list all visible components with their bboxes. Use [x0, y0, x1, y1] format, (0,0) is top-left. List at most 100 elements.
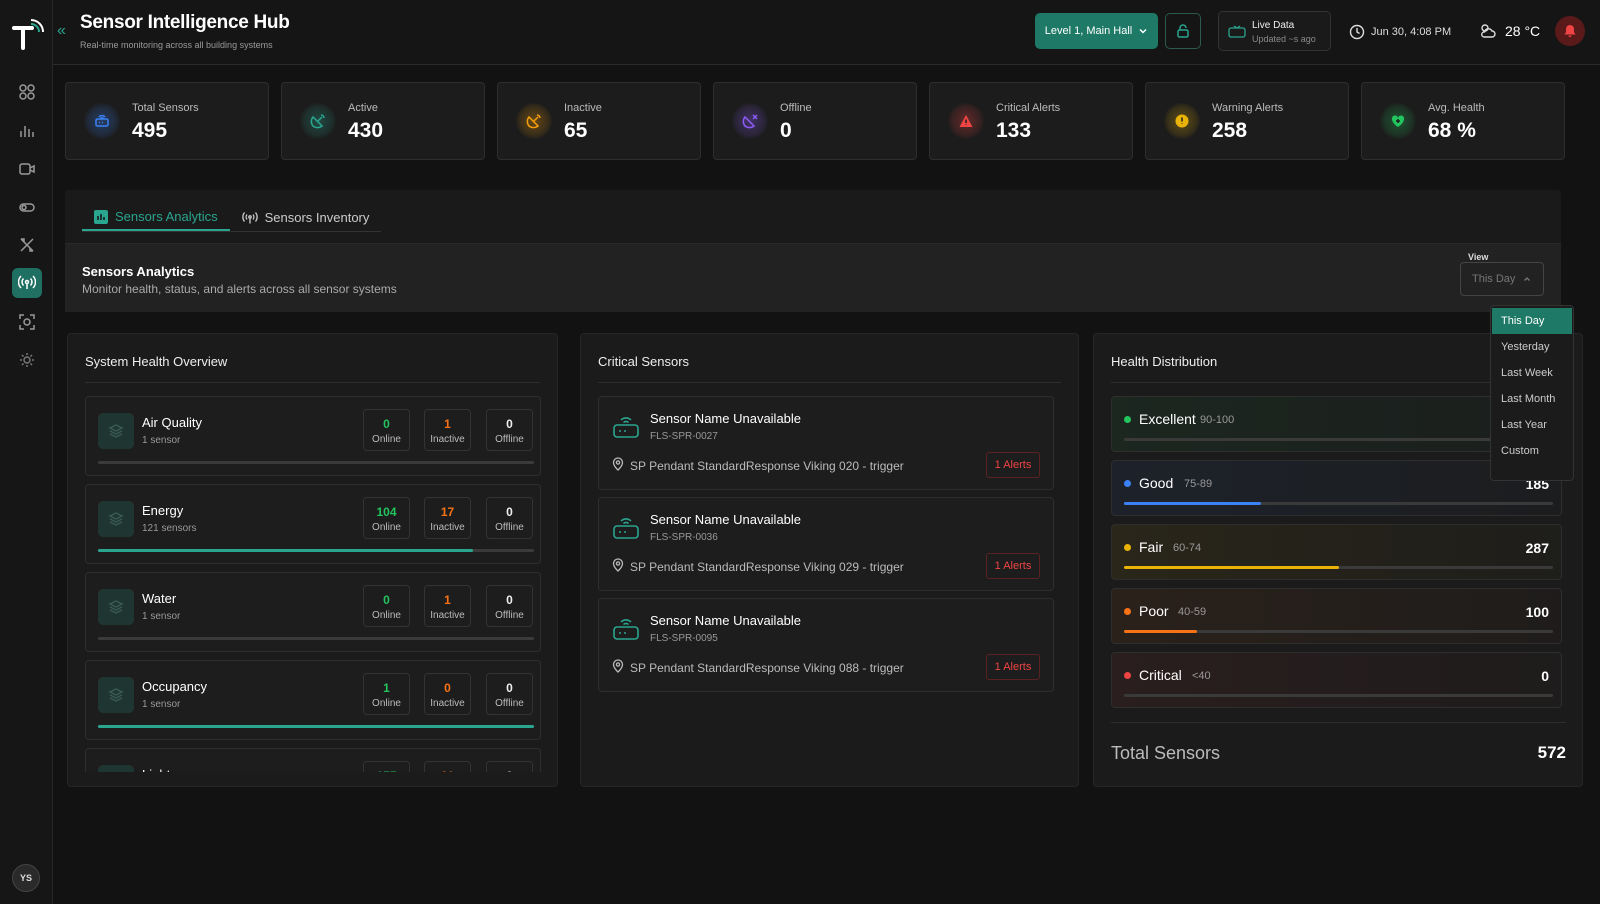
layers-icon: [98, 677, 134, 713]
stat-card: Critical Alerts 133: [929, 82, 1133, 160]
layers-icon: [98, 589, 134, 625]
sensor-name: Sensor Name Unavailable: [650, 411, 802, 426]
status-count: 0: [383, 417, 390, 431]
router-icon: [611, 613, 641, 643]
satellite-off-icon: [732, 103, 768, 139]
sensor-id: FLS-SPR-0095: [650, 633, 718, 644]
stat-value: 258: [1212, 119, 1248, 142]
clock-icon: [1349, 24, 1365, 40]
status-inactive-pill: 1 Inactive: [424, 409, 471, 451]
status-offline-pill: 0Offline: [486, 761, 533, 772]
tab-label: Sensors Inventory: [264, 210, 370, 225]
status-dot: [1124, 608, 1131, 615]
health-bucket-range: 75-89: [1184, 478, 1213, 490]
collapse-icon[interactable]: «: [57, 22, 66, 40]
status-dot: [1124, 544, 1131, 551]
tools-icon[interactable]: [12, 230, 42, 260]
brand-logo: [12, 19, 44, 50]
scan-icon[interactable]: [12, 307, 42, 337]
sensor-name: Sensor Name Unavailable: [650, 613, 802, 628]
health-bucket-row[interactable]: Poor 40-59 100: [1111, 588, 1562, 644]
system-health-row[interactable]: Energy 121 sensors 104 Online 17 Inactive 0 Off…: [85, 484, 541, 564]
health-bucket-fill: [1124, 630, 1197, 633]
health-bucket-row[interactable]: Critical <40 0: [1111, 652, 1562, 708]
status-online-pill: 1 Online: [363, 673, 410, 715]
system-sensor-count: 1 sensor: [142, 435, 181, 446]
status-label: Online: [372, 434, 401, 445]
router-icon: [611, 411, 641, 441]
status-online-pill: 157Online: [363, 761, 410, 772]
analytics-title: Sensors Analytics: [82, 264, 195, 279]
alerts-badge[interactable]: 1 Alerts: [986, 452, 1040, 478]
system-health-row[interactable]: Water 1 sensor 0 Online 1 Inactive 0 Offline: [85, 572, 541, 652]
status-label: Offline: [495, 434, 524, 445]
critical-sensor-item[interactable]: Sensor Name Unavailable FLS-SPR-0095 SP Pe…: [598, 598, 1054, 692]
status-label: Inactive: [430, 610, 465, 621]
view-select[interactable]: This Day: [1460, 262, 1544, 296]
sensors-icon[interactable]: [12, 268, 42, 298]
notifications-button[interactable]: [1555, 16, 1585, 46]
toggle-icon[interactable]: [12, 192, 42, 222]
health-bucket-count: 0: [1541, 668, 1549, 684]
status-online-pill: 0 Online: [363, 585, 410, 627]
system-name: Water: [142, 591, 177, 606]
sensor-location-text: SP Pendant StandardResponse Viking 020 -…: [630, 458, 904, 473]
stat-value: 68 %: [1428, 119, 1476, 142]
system-health-list[interactable]: Air Quality 1 sensor 0 Online 1 Inactive 0 Offl…: [85, 396, 541, 772]
alerts-badge[interactable]: 1 Alerts: [986, 654, 1040, 680]
critical-sensor-item[interactable]: Sensor Name Unavailable FLS-SPR-0036 SP Pe…: [598, 497, 1054, 591]
view-option-custom[interactable]: Custom: [1492, 438, 1572, 464]
system-health-row[interactable]: Light 157Online 26Inactive 0Offline: [85, 748, 541, 772]
card-title: Critical Sensors: [598, 354, 690, 369]
warning-icon: [948, 103, 984, 139]
settings-icon[interactable]: [12, 345, 42, 375]
total-sensors-value: 572: [1537, 743, 1566, 762]
status-count: 0: [444, 681, 451, 695]
health-bucket-bar: [1124, 630, 1553, 633]
stat-card: Warning Alerts 258: [1145, 82, 1349, 160]
alerts-badge[interactable]: 1 Alerts: [986, 553, 1040, 579]
status-label: Offline: [495, 522, 524, 533]
view-option-last-year[interactable]: Last Year: [1492, 412, 1572, 438]
status-count: 0: [487, 769, 532, 772]
camera-icon[interactable]: [12, 154, 42, 184]
stat-card: Avg. Health 68 %: [1361, 82, 1565, 160]
system-sensor-count: 121 sensors: [142, 523, 197, 534]
health-bucket-row[interactable]: Fair 60-74 287: [1111, 524, 1562, 580]
critical-sensor-item[interactable]: Sensor Name Unavailable FLS-SPR-0027 SP Pe…: [598, 396, 1054, 490]
view-option-last-month[interactable]: Last Month: [1492, 386, 1572, 412]
view-option-last-week[interactable]: Last Week: [1492, 360, 1572, 386]
status-count: 0: [383, 593, 390, 607]
weather-cloud-sun-icon: [1481, 24, 1496, 38]
system-health-row[interactable]: Occupancy 1 sensor 1 Online 0 Inactive 0 Offlin…: [85, 660, 541, 740]
tab-sensors-analytics[interactable]: Sensors Analytics: [82, 204, 230, 231]
view-option-yesterday[interactable]: Yesterday: [1492, 334, 1572, 360]
location-selector[interactable]: Level 1, Main Hall: [1035, 13, 1158, 49]
system-sensor-count: 1 sensor: [142, 699, 181, 710]
user-avatar[interactable]: YS: [12, 864, 40, 892]
tab-sensors-inventory[interactable]: Sensors Inventory: [230, 204, 382, 231]
health-bucket-name: Poor: [1139, 603, 1169, 619]
view-option-this-day[interactable]: This Day: [1492, 308, 1572, 334]
router-icon: [611, 512, 641, 542]
layers-icon: [98, 413, 134, 449]
status-label: Online: [372, 610, 401, 621]
status-count: 1: [444, 593, 451, 607]
analytics-icon[interactable]: [12, 116, 42, 146]
router-icon: [84, 103, 120, 139]
health-bucket-range: 60-74: [1173, 542, 1202, 554]
lock-button[interactable]: [1165, 13, 1201, 49]
card-title: Health Distribution: [1111, 354, 1218, 369]
status-count: 0: [506, 417, 513, 431]
analytics-subtitle: Monitor health, status, and alerts acros…: [82, 282, 397, 296]
status-dot: [1124, 480, 1131, 487]
chevron-down-icon: [1139, 28, 1147, 34]
status-label: Inactive: [430, 434, 465, 445]
weather: 28 °C: [1479, 22, 1540, 40]
health-bucket-range: <40: [1192, 670, 1211, 682]
satellite-dish-icon: [300, 103, 336, 139]
system-health-row[interactable]: Air Quality 1 sensor 0 Online 1 Inactive 0 Offl…: [85, 396, 541, 476]
dashboard-icon[interactable]: [12, 77, 42, 107]
live-data-status: Live Data Updated ~s ago: [1218, 11, 1331, 51]
stat-value: 65: [564, 119, 588, 142]
